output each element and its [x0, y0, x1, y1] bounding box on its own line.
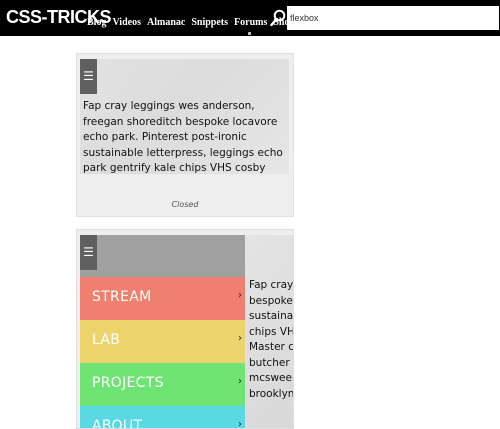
offcanvas-menu: STREAM › LAB › PROJECTS › ABOUT › — [80, 277, 245, 429]
menu-item-stream[interactable]: STREAM › — [80, 277, 245, 320]
menu-item-about[interactable]: ABOUT › — [80, 406, 245, 429]
text-line: Fap cray leg — [249, 279, 294, 291]
site-header: CSS-TRICKS Blog Videos Almanac Snippets Foru… — [0, 0, 500, 36]
chevron-right-icon: › — [238, 376, 242, 387]
nav-blog[interactable]: Blog — [87, 17, 106, 28]
demo-content-panel: ☰ Fap cray leggings wes anderson, freega… — [80, 59, 289, 174]
demo-open-menu: ☰ STREAM › LAB › PROJECTS › ABOUT › Fap cray le… — [76, 229, 294, 429]
demo-closed-menu: ☰ Fap cray leggings wes anderson, freega… — [76, 53, 294, 217]
menu-item-lab[interactable]: LAB › — [80, 320, 245, 363]
pushed-content-panel: Fap cray leg bespoke lo sustainabl chips VH… — [245, 235, 294, 428]
chevron-right-icon: › — [238, 419, 242, 429]
chevron-right-icon: › — [238, 290, 242, 301]
menu-item-label: ABOUT — [92, 418, 143, 429]
text-line: mcsweeney — [249, 372, 293, 384]
main-nav: Blog Videos Almanac Snippets Forums Shop — [87, 12, 301, 30]
hamburger-menu-icon[interactable]: ☰ — [80, 59, 97, 94]
search-icon[interactable] — [270, 9, 286, 27]
pushed-paragraph: Fap cray leg bespoke lo sustainabl chips VH… — [249, 278, 294, 402]
text-line: sustainabl — [249, 310, 294, 322]
menu-item-projects[interactable]: PROJECTS › — [80, 363, 245, 406]
text-line: Master clea — [249, 341, 294, 353]
nav-almanac[interactable]: Almanac — [147, 17, 185, 28]
nav-snippets[interactable]: Snippets — [191, 17, 228, 28]
text-line: chips VHS c — [249, 325, 293, 338]
nav-forums[interactable]: Forums — [234, 17, 267, 28]
text-line: brooklyn ne — [249, 387, 294, 400]
search-input[interactable] — [287, 6, 499, 30]
menu-item-label: LAB — [92, 332, 121, 348]
status-label: Closed — [171, 200, 199, 209]
menu-header: ☰ — [80, 235, 245, 277]
text-line: butcher rea — [249, 356, 293, 369]
menu-item-label: STREAM — [92, 289, 152, 305]
chevron-right-icon: › — [238, 333, 242, 344]
demo-paragraph: Fap cray leggings wes anderson, freegan … — [83, 100, 283, 174]
menu-item-label: PROJECTS — [92, 375, 164, 391]
nav-videos[interactable]: Videos — [112, 17, 141, 28]
hamburger-menu-icon[interactable]: ☰ — [80, 235, 97, 270]
text-line: bespoke lo — [249, 294, 293, 307]
scroll-marker — [248, 32, 251, 35]
